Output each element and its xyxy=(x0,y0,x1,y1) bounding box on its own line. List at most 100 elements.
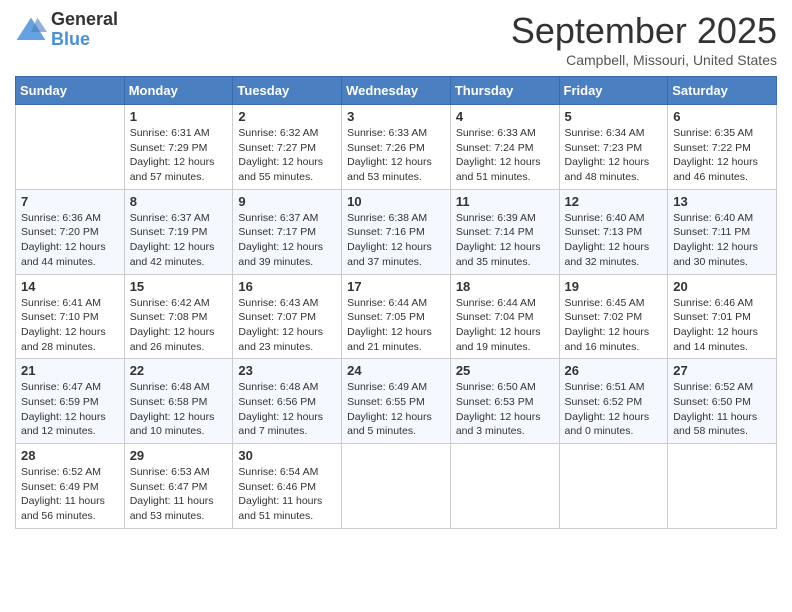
calendar-cell: 26 Sunrise: 6:51 AM Sunset: 6:52 PM Dayli… xyxy=(559,359,668,444)
day-info: Sunrise: 6:50 AM Sunset: 6:53 PM Dayligh… xyxy=(456,380,554,439)
day-number: 8 xyxy=(130,194,228,209)
calendar-cell: 16 Sunrise: 6:43 AM Sunset: 7:07 PM Dayli… xyxy=(233,274,342,359)
day-number: 14 xyxy=(21,279,119,294)
calendar-cell: 10Sunrise: 6:38 AM Sunset: 7:16 PM Dayli… xyxy=(342,189,451,274)
day-info: Sunrise: 6:45 AM Sunset: 7:02 PM Dayligh… xyxy=(565,296,663,355)
calendar-table: SundayMondayTuesdayWednesdayThursdayFrid… xyxy=(15,76,777,529)
day-number: 15 xyxy=(130,279,228,294)
day-info: Sunrise: 6:48 AM Sunset: 6:56 PM Dayligh… xyxy=(238,380,336,439)
day-info: Sunrise: 6:43 AM Sunset: 7:07 PM Dayligh… xyxy=(238,296,336,355)
weekday-header: Saturday xyxy=(668,77,777,105)
calendar-cell: 13 Sunrise: 6:40 AM Sunset: 7:11 PM Dayli… xyxy=(668,189,777,274)
day-number: 2 xyxy=(238,109,336,124)
calendar-cell xyxy=(342,444,451,529)
day-number: 3 xyxy=(347,109,445,124)
calendar-cell: 7 Sunrise: 6:36 AM Sunset: 7:20 PM Daylig… xyxy=(16,189,125,274)
calendar-week-row: 14 Sunrise: 6:41 AM Sunset: 7:10 PM Dayli… xyxy=(16,274,777,359)
calendar-cell: 6 Sunrise: 6:35 AM Sunset: 7:22 PM Daylig… xyxy=(668,105,777,190)
day-number: 4 xyxy=(456,109,554,124)
day-info: Sunrise: 6:46 AM Sunset: 7:01 PM Dayligh… xyxy=(673,296,771,355)
logo-text: General Blue xyxy=(51,10,118,50)
weekday-header: Monday xyxy=(124,77,233,105)
calendar-cell: 8 Sunrise: 6:37 AM Sunset: 7:19 PM Daylig… xyxy=(124,189,233,274)
day-number: 10 xyxy=(347,194,445,209)
day-info: Sunrise: 6:47 AM Sunset: 6:59 PM Dayligh… xyxy=(21,380,119,439)
day-number: 9 xyxy=(238,194,336,209)
calendar-cell xyxy=(450,444,559,529)
calendar-week-row: 7 Sunrise: 6:36 AM Sunset: 7:20 PM Daylig… xyxy=(16,189,777,274)
calendar-cell: 2 Sunrise: 6:32 AM Sunset: 7:27 PM Daylig… xyxy=(233,105,342,190)
day-number: 29 xyxy=(130,448,228,463)
calendar-cell: 9 Sunrise: 6:37 AM Sunset: 7:17 PM Daylig… xyxy=(233,189,342,274)
day-number: 7 xyxy=(21,194,119,209)
calendar-cell xyxy=(559,444,668,529)
logo-general-text: General xyxy=(51,10,118,30)
logo-icon xyxy=(15,16,47,44)
day-info: Sunrise: 6:52 AM Sunset: 6:49 PM Dayligh… xyxy=(21,465,119,524)
day-info: Sunrise: 6:52 AM Sunset: 6:50 PM Dayligh… xyxy=(673,380,771,439)
calendar-cell: 17 Sunrise: 6:44 AM Sunset: 7:05 PM Dayli… xyxy=(342,274,451,359)
calendar-cell: 14 Sunrise: 6:41 AM Sunset: 7:10 PM Dayli… xyxy=(16,274,125,359)
day-info: Sunrise: 6:41 AM Sunset: 7:10 PM Dayligh… xyxy=(21,296,119,355)
day-info: Sunrise: 6:44 AM Sunset: 7:05 PM Dayligh… xyxy=(347,296,445,355)
day-info: Sunrise: 6:51 AM Sunset: 6:52 PM Dayligh… xyxy=(565,380,663,439)
calendar-week-row: 21 Sunrise: 6:47 AM Sunset: 6:59 PM Dayli… xyxy=(16,359,777,444)
day-info: Sunrise: 6:49 AM Sunset: 6:55 PM Dayligh… xyxy=(347,380,445,439)
day-info: Sunrise: 6:37 AM Sunset: 7:19 PM Dayligh… xyxy=(130,211,228,270)
day-number: 17 xyxy=(347,279,445,294)
day-number: 16 xyxy=(238,279,336,294)
calendar-header-row: SundayMondayTuesdayWednesdayThursdayFrid… xyxy=(16,77,777,105)
calendar-cell: 22 Sunrise: 6:48 AM Sunset: 6:58 PM Dayli… xyxy=(124,359,233,444)
page-header: General Blue September 2025 Campbell, Mi… xyxy=(15,10,777,68)
day-number: 19 xyxy=(565,279,663,294)
calendar-cell: 27Sunrise: 6:52 AM Sunset: 6:50 PM Dayli… xyxy=(668,359,777,444)
day-number: 20 xyxy=(673,279,771,294)
weekday-header: Sunday xyxy=(16,77,125,105)
calendar-cell: 25 Sunrise: 6:50 AM Sunset: 6:53 PM Dayli… xyxy=(450,359,559,444)
day-number: 5 xyxy=(565,109,663,124)
calendar-week-row: 1 Sunrise: 6:31 AM Sunset: 7:29 PM Daylig… xyxy=(16,105,777,190)
calendar-cell xyxy=(16,105,125,190)
day-info: Sunrise: 6:40 AM Sunset: 7:13 PM Dayligh… xyxy=(565,211,663,270)
day-info: Sunrise: 6:53 AM Sunset: 6:47 PM Dayligh… xyxy=(130,465,228,524)
logo: General Blue xyxy=(15,10,118,50)
day-number: 26 xyxy=(565,363,663,378)
day-number: 1 xyxy=(130,109,228,124)
day-number: 11 xyxy=(456,194,554,209)
day-number: 23 xyxy=(238,363,336,378)
location-text: Campbell, Missouri, United States xyxy=(511,52,777,68)
day-info: Sunrise: 6:44 AM Sunset: 7:04 PM Dayligh… xyxy=(456,296,554,355)
day-info: Sunrise: 6:42 AM Sunset: 7:08 PM Dayligh… xyxy=(130,296,228,355)
weekday-header: Tuesday xyxy=(233,77,342,105)
month-title: September 2025 xyxy=(511,10,777,52)
day-number: 21 xyxy=(21,363,119,378)
weekday-header: Wednesday xyxy=(342,77,451,105)
calendar-cell: 18 Sunrise: 6:44 AM Sunset: 7:04 PM Dayli… xyxy=(450,274,559,359)
day-info: Sunrise: 6:36 AM Sunset: 7:20 PM Dayligh… xyxy=(21,211,119,270)
calendar-cell: 19 Sunrise: 6:45 AM Sunset: 7:02 PM Dayli… xyxy=(559,274,668,359)
day-info: Sunrise: 6:31 AM Sunset: 7:29 PM Dayligh… xyxy=(130,126,228,185)
calendar-week-row: 28Sunrise: 6:52 AM Sunset: 6:49 PM Dayli… xyxy=(16,444,777,529)
day-info: Sunrise: 6:54 AM Sunset: 6:46 PM Dayligh… xyxy=(238,465,336,524)
calendar-cell: 4 Sunrise: 6:33 AM Sunset: 7:24 PM Daylig… xyxy=(450,105,559,190)
day-info: Sunrise: 6:37 AM Sunset: 7:17 PM Dayligh… xyxy=(238,211,336,270)
calendar-cell xyxy=(668,444,777,529)
calendar-cell: 3 Sunrise: 6:33 AM Sunset: 7:26 PM Daylig… xyxy=(342,105,451,190)
logo-blue-text: Blue xyxy=(51,30,118,50)
day-info: Sunrise: 6:33 AM Sunset: 7:26 PM Dayligh… xyxy=(347,126,445,185)
day-info: Sunrise: 6:48 AM Sunset: 6:58 PM Dayligh… xyxy=(130,380,228,439)
calendar-cell: 1 Sunrise: 6:31 AM Sunset: 7:29 PM Daylig… xyxy=(124,105,233,190)
day-info: Sunrise: 6:40 AM Sunset: 7:11 PM Dayligh… xyxy=(673,211,771,270)
day-number: 13 xyxy=(673,194,771,209)
title-block: September 2025 Campbell, Missouri, Unite… xyxy=(511,10,777,68)
day-number: 25 xyxy=(456,363,554,378)
calendar-cell: 29 Sunrise: 6:53 AM Sunset: 6:47 PM Dayli… xyxy=(124,444,233,529)
calendar-cell: 30Sunrise: 6:54 AM Sunset: 6:46 PM Dayli… xyxy=(233,444,342,529)
day-info: Sunrise: 6:33 AM Sunset: 7:24 PM Dayligh… xyxy=(456,126,554,185)
day-info: Sunrise: 6:35 AM Sunset: 7:22 PM Dayligh… xyxy=(673,126,771,185)
day-number: 18 xyxy=(456,279,554,294)
calendar-cell: 24Sunrise: 6:49 AM Sunset: 6:55 PM Dayli… xyxy=(342,359,451,444)
day-number: 22 xyxy=(130,363,228,378)
day-number: 6 xyxy=(673,109,771,124)
day-info: Sunrise: 6:32 AM Sunset: 7:27 PM Dayligh… xyxy=(238,126,336,185)
